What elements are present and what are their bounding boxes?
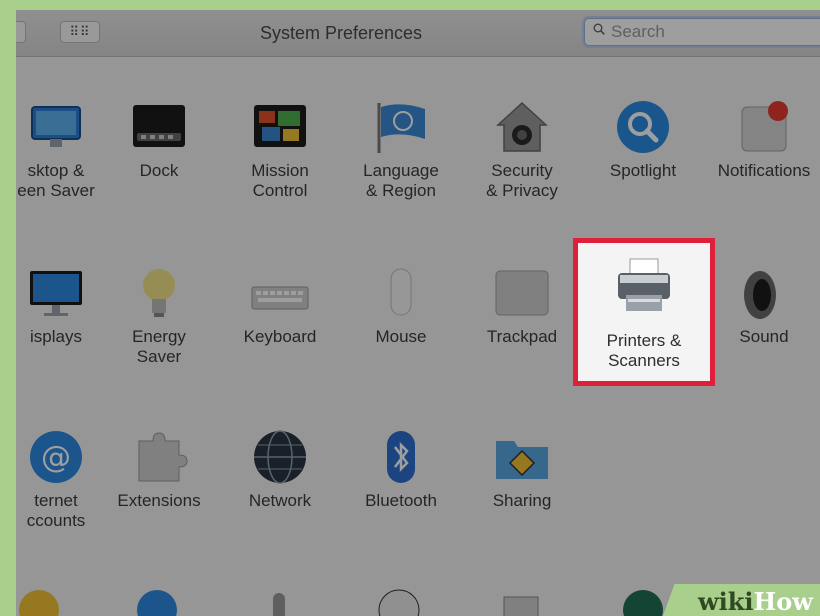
pref-label: Network bbox=[248, 491, 312, 510]
wikihow-logo: wikiHow bbox=[698, 587, 813, 616]
dictation-icon bbox=[273, 593, 285, 616]
notifications-icon bbox=[741, 101, 788, 152]
printer-icon bbox=[618, 258, 670, 311]
spotlight-magnifier-icon bbox=[617, 101, 669, 153]
pref-label: Security & Privacy bbox=[486, 161, 558, 200]
pref-label: Dock bbox=[139, 161, 179, 180]
date-time-clock-icon bbox=[378, 589, 420, 616]
puzzle-piece-icon bbox=[138, 432, 188, 482]
globe-network-icon bbox=[254, 430, 306, 484]
pref-label: Energy Saver bbox=[132, 327, 186, 366]
mouse-icon bbox=[390, 268, 412, 316]
search-icon bbox=[593, 23, 605, 35]
app-store-icon bbox=[137, 590, 177, 616]
title-bar: ⠿⠿ System Preferences bbox=[16, 10, 820, 57]
system-preferences-window: ⠿⠿ System Preferences sktop & een Saver bbox=[16, 10, 820, 616]
lightbulb-icon bbox=[143, 269, 175, 317]
screenshot-frame: ⠿⠿ System Preferences sktop & een Saver bbox=[0, 0, 820, 616]
bluetooth-icon bbox=[387, 431, 415, 483]
time-machine-icon bbox=[623, 590, 663, 616]
keyboard-icon bbox=[251, 286, 309, 310]
pref-label: Mission Control bbox=[251, 161, 309, 200]
svg-text:@: @ bbox=[41, 440, 71, 475]
highlighted-printers-scanners[interactable]: Printers & Scanners bbox=[573, 238, 715, 386]
startup-disk-icon bbox=[503, 596, 539, 616]
pref-label: Language & Region bbox=[363, 161, 439, 200]
pref-label: Mouse bbox=[375, 327, 427, 346]
security-house-icon bbox=[496, 101, 548, 152]
speaker-icon bbox=[744, 271, 776, 319]
dock-icon bbox=[133, 105, 185, 147]
language-flag-icon bbox=[377, 103, 425, 153]
pref-label: Extensions bbox=[117, 491, 201, 510]
pref-label: Bluetooth bbox=[365, 491, 437, 510]
trackpad-icon bbox=[495, 270, 549, 316]
search-input[interactable] bbox=[611, 21, 820, 43]
accessibility-icon bbox=[19, 590, 59, 616]
window-title: System Preferences bbox=[259, 23, 423, 43]
pref-label: Keyboard bbox=[243, 327, 317, 346]
pref-label: Spotlight bbox=[609, 161, 677, 180]
pref-label: Sharing bbox=[492, 491, 552, 510]
search-box[interactable] bbox=[584, 18, 820, 46]
sharing-folder-icon bbox=[496, 441, 548, 479]
at-sign-icon: @ bbox=[30, 431, 82, 483]
pref-label: Notifications bbox=[717, 161, 811, 180]
desktop-icon bbox=[31, 106, 81, 147]
pref-label: Trackpad bbox=[486, 327, 558, 346]
pref-label: Sound bbox=[739, 327, 789, 346]
mission-control-icon bbox=[254, 105, 306, 147]
display-monitor-icon bbox=[30, 271, 82, 316]
pref-label: Printers & Scanners bbox=[606, 331, 682, 370]
